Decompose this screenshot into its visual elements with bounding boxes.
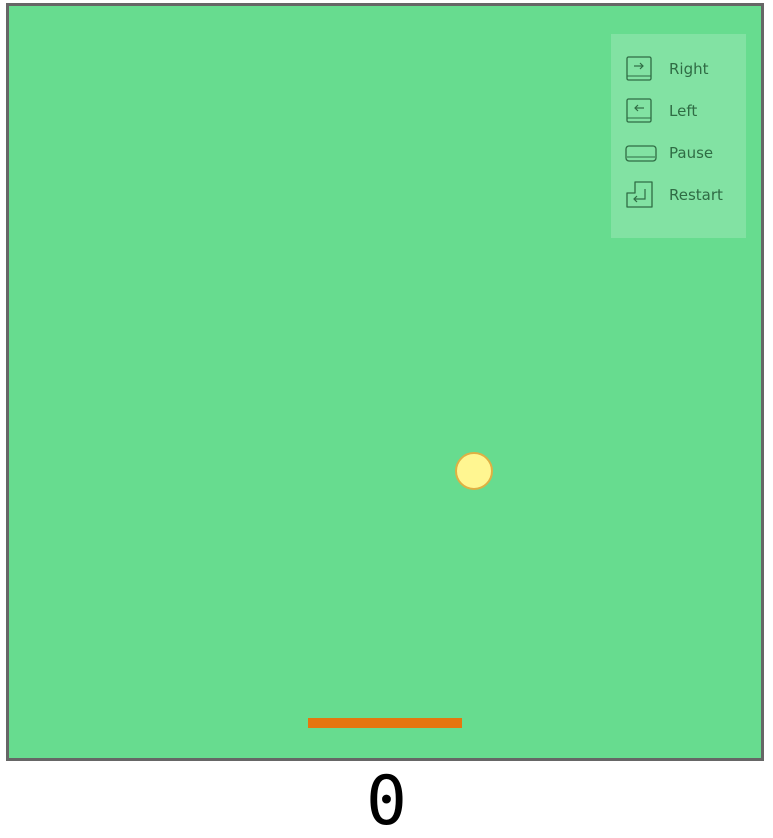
control-left: Left [625,96,697,126]
game-page: Right Left Pause Restart 0 [0,0,773,838]
spacebar-key-icon [625,138,659,168]
control-pause: Pause [625,138,713,168]
arrow-right-key-icon [625,54,659,84]
control-right: Right [625,54,709,84]
control-restart: Restart [625,180,723,210]
enter-key-icon [625,180,659,210]
arrow-left-key-icon [625,96,659,126]
control-left-label: Left [669,102,698,120]
control-right-label: Right [669,60,709,78]
control-restart-label: Restart [669,186,723,204]
ball [455,452,493,490]
paddle[interactable] [308,718,462,728]
game-board[interactable]: Right Left Pause Restart [6,3,764,761]
score-display: 0 [366,762,407,838]
control-pause-label: Pause [669,144,714,162]
controls-legend: Right Left Pause Restart [611,34,746,238]
